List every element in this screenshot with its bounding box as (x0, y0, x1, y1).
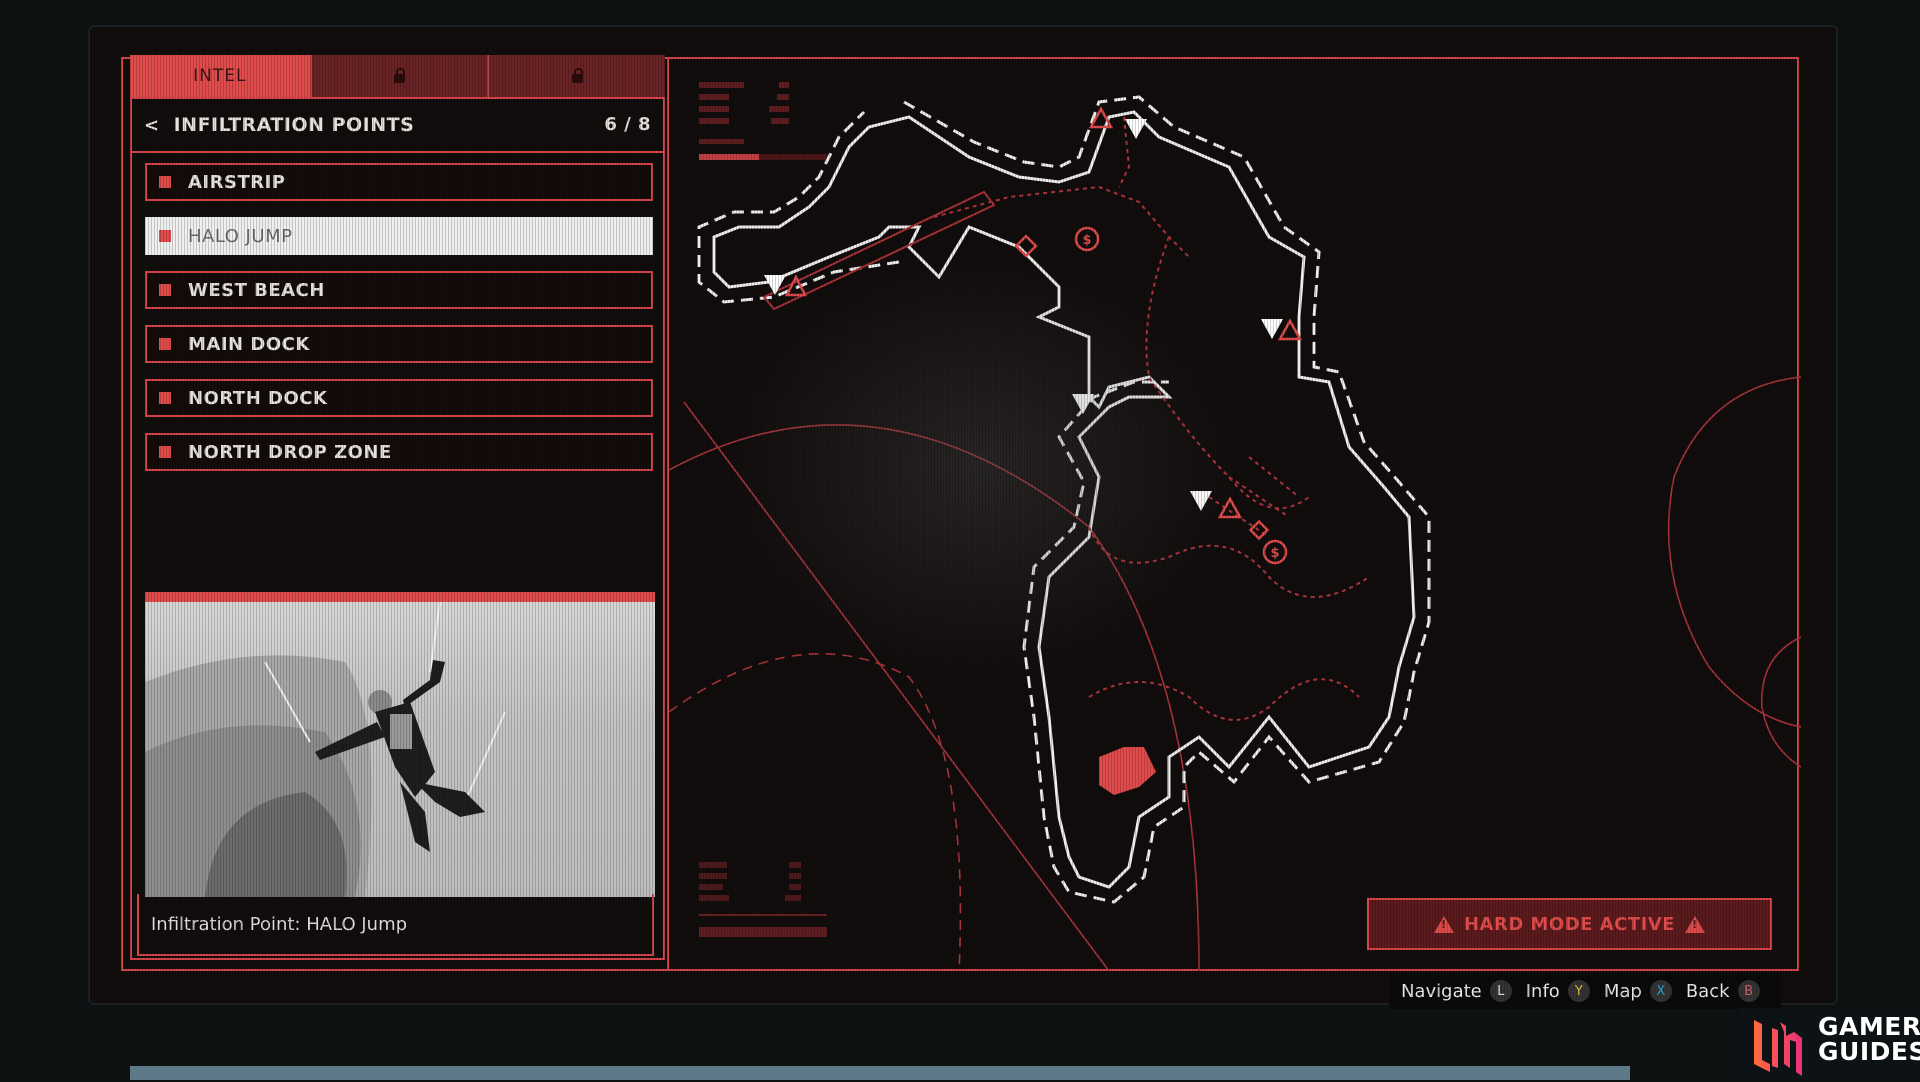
hint-label: Info (1525, 980, 1560, 1002)
list-item-north-dock[interactable]: NORTH DOCK (145, 379, 653, 417)
panel-header: < INFILTRATION POINTS 6 / 8 (132, 99, 663, 153)
map-svg: $ $ (669, 82, 1801, 971)
hint-navigate[interactable]: Navigate L (1401, 980, 1512, 1002)
infiltration-marker (1072, 394, 1094, 414)
preview-caption: Infiltration Point: HALO Jump (137, 894, 654, 956)
tactical-map[interactable]: $ $ (667, 57, 1801, 971)
readout-top-left (699, 82, 827, 160)
list-item-label: WEST BEACH (188, 279, 325, 301)
warning-icon (1685, 915, 1706, 933)
watermark-line2: GUIDES (1818, 1037, 1920, 1066)
bullet-square-icon (159, 392, 171, 404)
selected-zone-halo-jump[interactable] (1099, 747, 1156, 795)
list-item-airstrip[interactable]: AIRSTRIP (145, 163, 653, 201)
button-l-icon: L (1489, 980, 1512, 1002)
tab-intel-label: INTEL (193, 66, 247, 86)
readout-bottom-left (699, 862, 827, 937)
infiltration-marker (1125, 119, 1147, 139)
dollar-glyphs: $ $ (1082, 233, 1279, 561)
lock-icon (571, 68, 583, 83)
watermark-text: GAMER GUIDES (1818, 1014, 1920, 1064)
list-item-label: HALO JUMP (188, 225, 293, 247)
list-item-halo-jump[interactable]: HALO JUMP (145, 217, 653, 255)
island-outline-dashed (697, 95, 1431, 904)
list-item-label: NORTH DROP ZONE (188, 441, 392, 463)
enemy-markers[interactable] (784, 106, 1303, 519)
svg-text:$: $ (1270, 546, 1279, 561)
tab-bar: INTEL (130, 55, 665, 97)
warning-icon (1433, 915, 1454, 933)
preview-image (145, 592, 655, 897)
button-b-icon: B (1737, 980, 1760, 1002)
list-item-label: AIRSTRIP (188, 171, 286, 193)
bottom-strip (130, 1066, 1630, 1080)
tab-locked-1[interactable] (309, 55, 488, 97)
list-item-main-dock[interactable]: MAIN DOCK (145, 325, 653, 363)
hint-label: Navigate (1401, 980, 1482, 1002)
bullet-square-icon (159, 284, 171, 296)
warning-triangle-icon (1277, 318, 1303, 341)
list-item-north-drop-zone[interactable]: NORTH DROP ZONE (145, 433, 653, 471)
tab-locked-2[interactable] (487, 55, 665, 97)
hint-back[interactable]: Back B (1686, 980, 1760, 1002)
watermark-line1: GAMER (1818, 1012, 1920, 1041)
list-item-label: MAIN DOCK (188, 333, 310, 355)
intel-panel: INTEL < INFILTRATION POINTS 6 / 8 AIRSTR… (130, 55, 665, 960)
hint-map[interactable]: Map X (1604, 980, 1672, 1002)
hard-mode-label: HARD MODE ACTIVE (1463, 913, 1676, 935)
radar-arcs (669, 376, 1801, 971)
panel-body: < INFILTRATION POINTS 6 / 8 AIRSTRIP HAL… (130, 97, 665, 960)
button-x-icon: X (1649, 980, 1672, 1002)
tab-intel[interactable]: INTEL (130, 55, 310, 97)
bullet-square-icon (159, 230, 171, 242)
infiltration-marker (1261, 319, 1283, 339)
hint-info[interactable]: Info Y (1526, 980, 1590, 1002)
bullet-square-icon (159, 338, 171, 350)
lock-icon (393, 68, 405, 83)
panel-title: INFILTRATION POINTS (173, 114, 415, 136)
infiltration-list: AIRSTRIP HALO JUMP WEST BEACH MAIN DOCK … (145, 163, 653, 487)
gamer-guides-logo-icon (1754, 1020, 1802, 1076)
island-outline (712, 110, 1416, 889)
bullet-square-icon (159, 446, 171, 458)
svg-text:$: $ (1082, 233, 1091, 248)
back-chevron-icon[interactable]: < (144, 115, 160, 136)
button-hints: Navigate L Info Y Map X Back B (1389, 973, 1781, 1009)
bullet-square-icon (159, 176, 171, 188)
list-item-label: NORTH DOCK (188, 387, 328, 409)
infiltration-count: 6 / 8 (604, 114, 651, 135)
hint-label: Map (1603, 980, 1642, 1002)
trails (933, 116, 1370, 721)
warning-triangle-icon (1217, 496, 1243, 519)
hard-mode-banner: HARD MODE ACTIVE (1367, 898, 1772, 950)
list-item-west-beach[interactable]: WEST BEACH (145, 271, 653, 309)
halo-jump-illustration (145, 602, 506, 897)
hint-label: Back (1685, 980, 1730, 1002)
button-y-icon: Y (1567, 980, 1590, 1002)
infiltration-marker (1190, 491, 1212, 511)
